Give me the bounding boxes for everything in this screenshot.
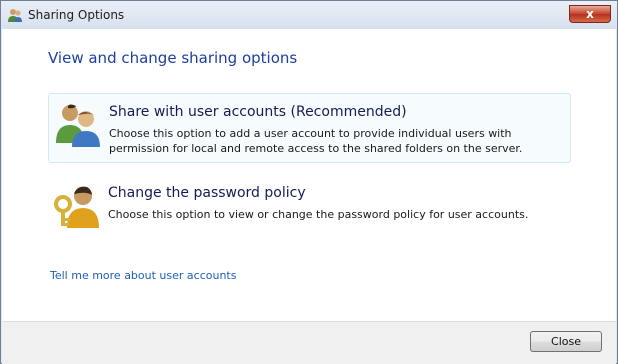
option-title: Share with user accounts (Recommended) — [109, 104, 407, 120]
option-share-with-user-accounts[interactable]: Share with user accounts (Recommended) C… — [48, 93, 571, 163]
content-area: View and change sharing options Share wi… — [2, 29, 616, 321]
title-bar[interactable]: Sharing Options x — [1, 1, 617, 29]
option-description: Choose this option to add a user account… — [109, 127, 523, 155]
window-close-button[interactable]: x — [569, 5, 611, 23]
users-icon — [8, 9, 22, 22]
option-change-password-policy[interactable]: Change the password policy Choose this o… — [48, 175, 571, 245]
page-title: View and change sharing options — [48, 49, 298, 67]
users-icon — [56, 104, 100, 147]
window-title: Sharing Options — [28, 8, 125, 22]
sharing-options-window: Sharing Options x View and change sharin… — [0, 0, 618, 364]
user-key-icon — [54, 186, 99, 228]
close-button[interactable]: Close — [530, 331, 602, 352]
dialog-footer: Close — [2, 321, 616, 364]
option-description: Choose this option to view or change the… — [108, 208, 529, 221]
option-title: Change the password policy — [108, 185, 306, 201]
help-link[interactable]: Tell me more about user accounts — [50, 269, 236, 282]
